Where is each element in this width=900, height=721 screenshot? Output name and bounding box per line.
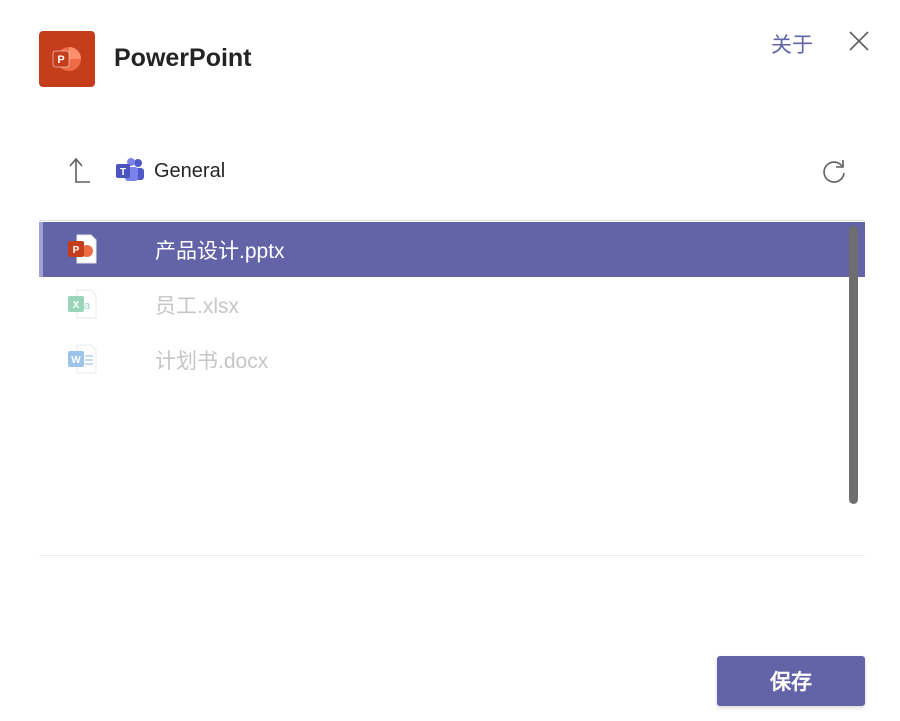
current-folder-name: General: [154, 160, 226, 182]
footer-divider: [39, 555, 865, 556]
powerpoint-file-icon: P: [65, 232, 99, 266]
svg-text:T: T: [120, 167, 126, 178]
file-row-docx[interactable]: W 计划书.docx: [39, 332, 865, 387]
teams-icon: T: [114, 158, 148, 184]
refresh-icon: [823, 160, 845, 183]
file-name: 计划书.docx: [155, 349, 269, 373]
svg-text:P: P: [57, 54, 64, 66]
app-title: PowerPoint: [114, 44, 252, 72]
word-file-icon: W: [65, 342, 99, 376]
close-icon: [849, 31, 869, 51]
scrollbar-thumb[interactable]: [849, 226, 858, 504]
arrow-up-icon: [69, 157, 90, 183]
refresh-button[interactable]: [818, 157, 850, 189]
save-button[interactable]: 保存: [717, 656, 865, 706]
svg-text:W: W: [71, 355, 81, 366]
powerpoint-icon: P: [39, 31, 95, 87]
file-name: 员工.xlsx: [155, 294, 239, 318]
about-link[interactable]: 关于: [771, 29, 813, 59]
svg-text:X: X: [73, 300, 80, 311]
excel-file-icon: a X: [65, 287, 99, 321]
navigate-up-button[interactable]: [64, 156, 94, 188]
file-list: P 产品设计.pptx a X 员工.xlsx W 计划书.docx: [39, 222, 865, 532]
close-button[interactable]: [845, 28, 873, 56]
list-divider: [39, 220, 865, 221]
svg-text:P: P: [73, 245, 80, 256]
file-name: 产品设计.pptx: [155, 239, 285, 263]
file-row-pptx[interactable]: P 产品设计.pptx: [39, 222, 865, 277]
svg-text:a: a: [84, 300, 91, 312]
file-row-xlsx[interactable]: a X 员工.xlsx: [39, 277, 865, 332]
